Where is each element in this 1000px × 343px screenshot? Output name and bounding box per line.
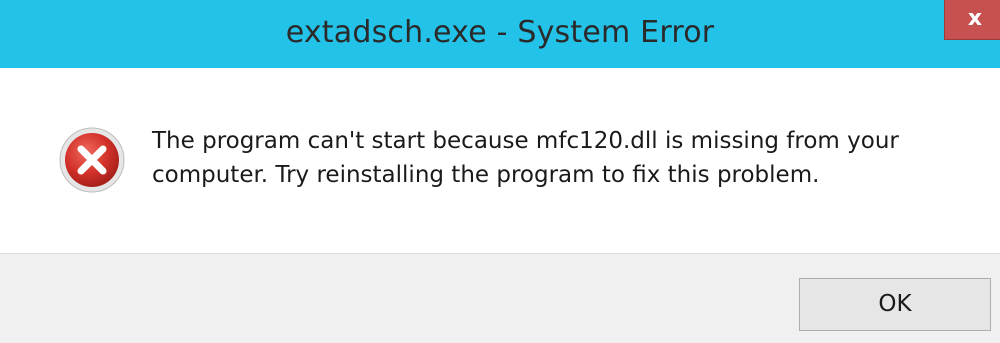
title-bar[interactable]: extadsch.exe - System Error x: [0, 0, 1000, 68]
error-message-line-1: The program can't start because mfc120.d…: [152, 128, 899, 154]
system-error-dialog: extadsch.exe - System Error x The progra…: [0, 0, 1000, 343]
error-message: The program can't start because mfc120.d…: [152, 124, 972, 192]
dialog-content: The program can't start because mfc120.d…: [0, 68, 1000, 253]
window-title: extadsch.exe - System Error: [285, 15, 715, 50]
error-icon: [59, 127, 125, 193]
error-message-line-2: computer. Try reinstalling the program t…: [152, 162, 820, 188]
close-button[interactable]: x: [944, 0, 1000, 40]
button-bar: OK: [0, 253, 1000, 343]
ok-button[interactable]: OK: [799, 278, 991, 331]
